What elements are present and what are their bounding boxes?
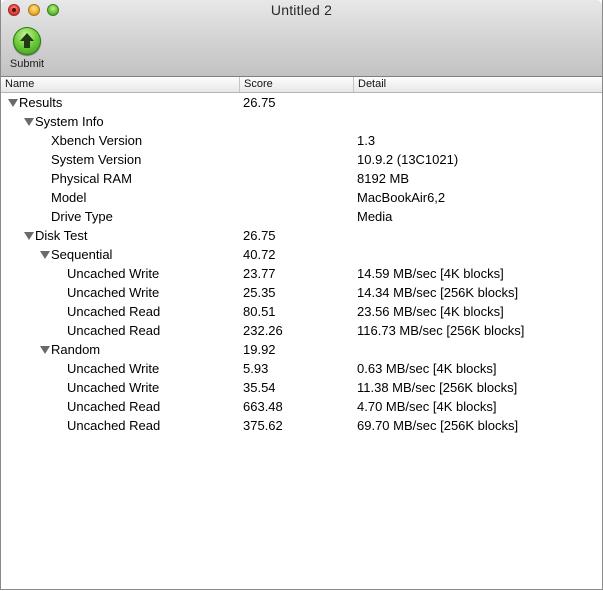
- row-detail: 14.34 MB/sec [256K blocks]: [357, 285, 519, 300]
- row-name: Xbench Version: [51, 133, 143, 148]
- row-name: System Version: [51, 152, 142, 167]
- row-name: Uncached Read: [67, 323, 161, 338]
- row-detail: 69.70 MB/sec [256K blocks]: [357, 418, 519, 433]
- outline-row[interactable]: Random 19.92: [1, 340, 602, 359]
- outline-row[interactable]: Xbench Version 1.3: [1, 131, 602, 150]
- row-name: Uncached Write: [67, 380, 160, 395]
- outline-row[interactable]: Uncached Write 35.54 11.38 MB/sec [256K bl…: [1, 378, 602, 397]
- row-name: Model: [51, 190, 87, 205]
- column-header-detail[interactable]: Detail: [353, 77, 602, 92]
- outline-row[interactable]: Model MacBookAir6,2: [1, 188, 602, 207]
- row-name: Uncached Write: [67, 266, 160, 281]
- row-name: Uncached Write: [67, 361, 160, 376]
- row-score: 19.92: [243, 342, 276, 357]
- row-score: 25.35: [243, 285, 276, 300]
- disclosure-triangle-icon[interactable]: [24, 118, 34, 126]
- outline-row[interactable]: Uncached Write 5.93 0.63 MB/sec [4K blocks…: [1, 359, 602, 378]
- row-name: Uncached Read: [67, 399, 161, 414]
- row-detail: 11.38 MB/sec [256K blocks]: [357, 380, 518, 395]
- window-title: Untitled 2: [270, 2, 333, 18]
- results-window: Untitled 2 Submit Name Score Detail Resu…: [0, 0, 603, 590]
- disclosure-triangle-icon[interactable]: [24, 232, 34, 240]
- outline-row[interactable]: Uncached Read 663.48 4.70 MB/sec [4K block…: [1, 397, 602, 416]
- outline-row[interactable]: Sequential 40.72: [1, 245, 602, 264]
- row-detail: 14.59 MB/sec [4K blocks]: [357, 266, 504, 281]
- row-detail: 0.63 MB/sec [4K blocks]: [357, 361, 497, 376]
- outline-row[interactable]: Uncached Read 232.26 116.73 MB/sec [256K b…: [1, 321, 602, 340]
- outline-row[interactable]: Physical RAM 8192 MB: [1, 169, 602, 188]
- disclosure-triangle-icon[interactable]: [40, 251, 50, 259]
- outline-row[interactable]: Uncached Write 23.77 14.59 MB/sec [4K bloc…: [1, 264, 602, 283]
- toolbar: Untitled 2 Submit: [1, 0, 602, 77]
- outline-row[interactable]: Uncached Write 25.35 14.34 MB/sec [256K bl…: [1, 283, 602, 302]
- row-score: 23.77: [243, 266, 276, 281]
- submit-button[interactable]: Submit: [5, 26, 49, 72]
- row-detail: Media: [357, 209, 393, 224]
- row-name: Results: [19, 95, 63, 110]
- submit-label: Submit: [9, 58, 45, 70]
- disclosure-triangle-icon[interactable]: [40, 346, 50, 354]
- outline-row[interactable]: Disk Test 26.75: [1, 226, 602, 245]
- row-name: Uncached Write: [67, 285, 160, 300]
- row-score: 663.48: [243, 399, 283, 414]
- row-name: Sequential: [51, 247, 113, 262]
- column-header-score[interactable]: Score: [239, 77, 353, 92]
- row-name: Drive Type: [51, 209, 113, 224]
- outline-row[interactable]: Results 26.75: [1, 93, 602, 112]
- outline-row[interactable]: Uncached Read 375.62 69.70 MB/sec [256K bl…: [1, 416, 602, 435]
- row-score: 5.93: [243, 361, 269, 376]
- outline-row[interactable]: System Info: [1, 112, 602, 131]
- column-header-row: Name Score Detail: [1, 77, 602, 93]
- results-outline: Results 26.75 System Info Xbench Version 1.3…: [1, 93, 602, 435]
- column-header-name[interactable]: Name: [1, 77, 239, 92]
- row-detail: 116.73 MB/sec [256K blocks]: [357, 323, 525, 338]
- outline-row[interactable]: System Version 10.9.2 (13C1021): [1, 150, 602, 169]
- outline-row[interactable]: Uncached Read 80.51 23.56 MB/sec [4K block…: [1, 302, 602, 321]
- row-detail: 23.56 MB/sec [4K blocks]: [357, 304, 504, 319]
- row-detail: 10.9.2 (13C1021): [357, 152, 459, 167]
- row-name: Random: [51, 342, 101, 357]
- row-score: 232.26: [243, 323, 283, 338]
- row-name: Uncached Read: [67, 304, 161, 319]
- row-name: System Info: [35, 114, 104, 129]
- row-detail: 8192 MB: [357, 171, 410, 186]
- row-score: 26.75: [243, 95, 276, 110]
- row-detail: 1.3: [357, 133, 376, 148]
- row-name: Physical RAM: [51, 171, 132, 186]
- green-up-arrow-icon: [13, 27, 41, 55]
- row-score: 80.51: [243, 304, 276, 319]
- row-score: 26.75: [243, 228, 276, 243]
- row-score: 40.72: [243, 247, 276, 262]
- row-detail: MacBookAir6,2: [357, 190, 446, 205]
- row-score: 375.62: [243, 418, 283, 433]
- row-name: Disk Test: [35, 228, 88, 243]
- outline-row[interactable]: Drive Type Media: [1, 207, 602, 226]
- row-score: 35.54: [243, 380, 276, 395]
- row-detail: 4.70 MB/sec [4K blocks]: [357, 399, 497, 414]
- disclosure-triangle-icon[interactable]: [8, 99, 18, 107]
- row-name: Uncached Read: [67, 418, 161, 433]
